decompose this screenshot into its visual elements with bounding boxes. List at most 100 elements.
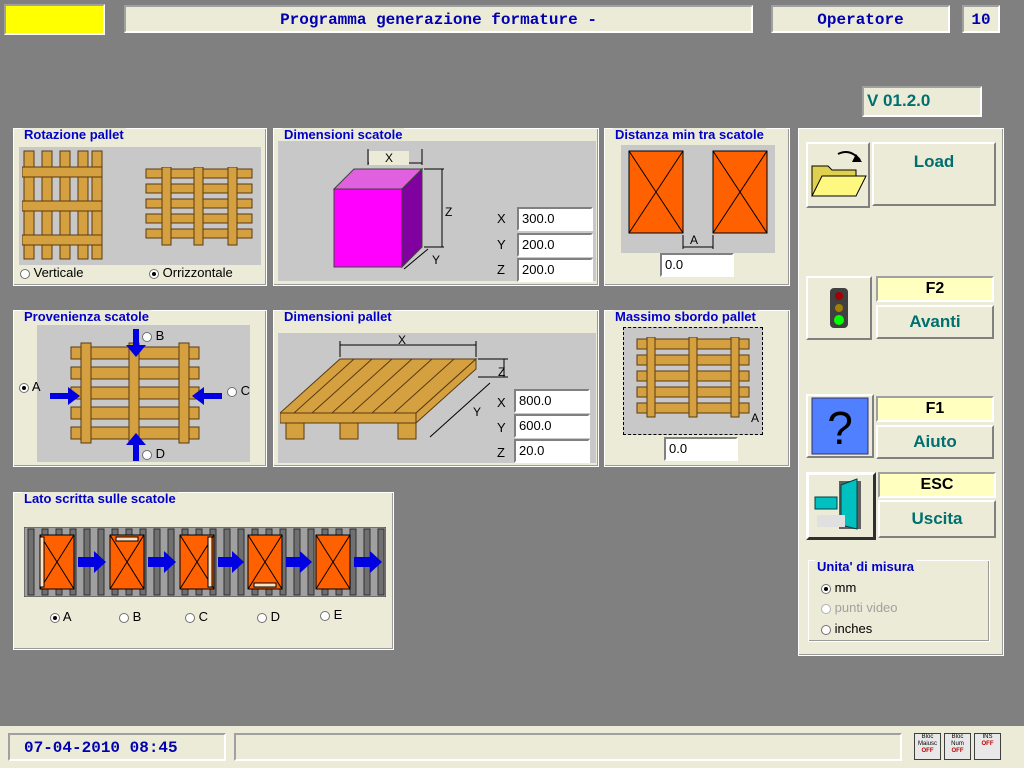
avanti-icon-button[interactable] (806, 276, 872, 340)
conveyor-icon (24, 527, 386, 597)
radio-lato-e-label: E (333, 607, 343, 622)
datetime-display: 07-04-2010 08:45 (8, 733, 226, 761)
pallet-axis-x-label: X (398, 333, 407, 347)
uscita-shortcut: ESC (878, 472, 996, 498)
radio-d-button[interactable] (142, 449, 152, 460)
pallet-vertical-icon (22, 150, 103, 260)
radio-lato-e[interactable]: E (320, 607, 342, 622)
radio-units-inches[interactable]: inches (821, 621, 872, 636)
dimensioni-scatole-title: Dimensioni scatole (282, 127, 405, 142)
radio-lato-b-label: B (132, 609, 142, 624)
box-z-input[interactable]: 200.0 (517, 258, 593, 282)
num-lock-line2: Num (951, 741, 964, 747)
aiuto-icon-button[interactable]: ? (806, 394, 874, 458)
radio-orrizzontale-label: Orrizzontale (162, 265, 233, 280)
rotazione-pallet-title: Rotazione pallet (22, 127, 126, 142)
radio-mm-label: mm (834, 580, 857, 595)
box-3d-icon (332, 149, 444, 270)
distanza-input[interactable]: 0.0 (660, 253, 734, 277)
pallet-overhang-icon (636, 337, 750, 418)
status-message (234, 733, 902, 761)
dimensioni-pallet-group: Dimensioni pallet X Z Y X 800.0 Y 600.0 … (273, 310, 599, 467)
exit-door-icon (814, 478, 861, 530)
rotazione-pallet-group: Rotazione pallet Verticale Orrizzontale (13, 128, 267, 286)
box-axis-y-label: Y (432, 253, 441, 267)
aiuto-shortcut: F1 (876, 396, 994, 422)
radio-b-label: B (155, 328, 165, 343)
help-icon: ? (811, 397, 869, 455)
radio-a-button[interactable] (19, 382, 29, 393)
radio-lato-c[interactable]: C (185, 609, 208, 624)
window-title: Programma generazione formature - (124, 5, 753, 33)
radio-d-label: D (155, 446, 166, 461)
insert-line1: INS (982, 734, 993, 740)
box-x-input[interactable]: 300.0 (517, 207, 593, 231)
pallet-y-label: Y (497, 420, 506, 435)
distanza-axis-label: A (690, 233, 699, 247)
radio-lato-c-button[interactable] (185, 612, 195, 623)
provenienza-group: Provenienza scatole A B C D (13, 310, 267, 467)
load-icon-button[interactable] (806, 142, 870, 208)
radio-verticale-button[interactable] (20, 268, 30, 279)
radio-lato-b[interactable]: B (119, 609, 141, 624)
radio-orrizzontale-button[interactable] (149, 268, 159, 279)
pallet-y-input[interactable]: 600.0 (514, 414, 590, 438)
sbordo-group: Massimo sbordo pallet A 0.0 (604, 310, 790, 467)
open-folder-icon (811, 151, 867, 197)
sbordo-input[interactable]: 0.0 (664, 437, 738, 461)
radio-provenienza-a[interactable]: A (19, 379, 41, 394)
sbordo-title: Massimo sbordo pallet (613, 309, 758, 324)
radio-lato-a-button[interactable] (50, 612, 60, 623)
svg-text:?: ? (827, 402, 853, 454)
radio-b-button[interactable] (142, 331, 152, 342)
radio-provenienza-d[interactable]: D (142, 446, 165, 461)
box-x-label: X (497, 211, 506, 226)
pallet-x-label: X (497, 395, 506, 410)
radio-units-mm[interactable]: mm (821, 580, 856, 595)
dimensioni-pallet-title: Dimensioni pallet (282, 309, 394, 324)
radio-units-punti-video[interactable]: punti video (821, 600, 898, 615)
avanti-button[interactable]: Avanti (876, 305, 994, 339)
pallet-x-input[interactable]: 800.0 (514, 389, 590, 413)
radio-lato-d-label: D (270, 609, 281, 624)
radio-punti-video-label: punti video (834, 600, 898, 615)
lato-scritta-title: Lato scritta sulle scatole (22, 491, 178, 506)
box-y-input[interactable]: 200.0 (517, 233, 593, 257)
traffic-light-icon (830, 288, 848, 328)
pallet-z-input[interactable]: 20.0 (514, 439, 590, 463)
radio-punti-video-button[interactable] (821, 603, 831, 614)
pallet-axis-z-label: Z (498, 365, 506, 379)
radio-verticale[interactable]: Verticale (20, 265, 84, 280)
radio-lato-b-button[interactable] (119, 612, 129, 623)
radio-provenienza-c[interactable]: C (227, 383, 250, 398)
version-label: V 01.2.0 (862, 86, 982, 117)
avanti-shortcut: F2 (876, 276, 994, 302)
provenienza-title: Provenienza scatole (22, 309, 151, 324)
num-lock-state: OFF (951, 748, 964, 754)
pallet-horizontal-icon (145, 167, 253, 246)
radio-inches-label: inches (834, 621, 873, 636)
radio-a-label: A (31, 379, 41, 394)
radio-lato-d[interactable]: D (257, 609, 280, 624)
caps-lock-indicator: Bloc Maiusc OFF (914, 733, 941, 760)
uscita-icon-button[interactable] (806, 472, 876, 540)
uscita-button[interactable]: Uscita (878, 500, 996, 538)
radio-inches-button[interactable] (821, 624, 831, 635)
radio-mm-button[interactable] (821, 583, 831, 594)
pallet-3d-icon (280, 341, 508, 440)
box-axis-x-label: X (369, 151, 409, 165)
insert-indicator: INS OFF (974, 733, 1001, 760)
radio-lato-a-label: A (62, 609, 72, 624)
radio-c-button[interactable] (227, 386, 237, 397)
radio-orrizzontale[interactable]: Orrizzontale (149, 265, 233, 280)
arrow-left-icon (192, 387, 222, 405)
radio-lato-e-button[interactable] (320, 610, 330, 621)
radio-provenienza-b[interactable]: B (142, 328, 164, 343)
load-button[interactable]: Load (872, 142, 996, 206)
caps-lock-state: OFF (921, 748, 934, 754)
arrow-right-icon (50, 387, 80, 405)
aiuto-button[interactable]: Aiuto (876, 425, 994, 459)
insert-state: OFF (981, 741, 994, 747)
radio-lato-a[interactable]: A (50, 609, 72, 624)
radio-lato-d-button[interactable] (257, 612, 267, 623)
